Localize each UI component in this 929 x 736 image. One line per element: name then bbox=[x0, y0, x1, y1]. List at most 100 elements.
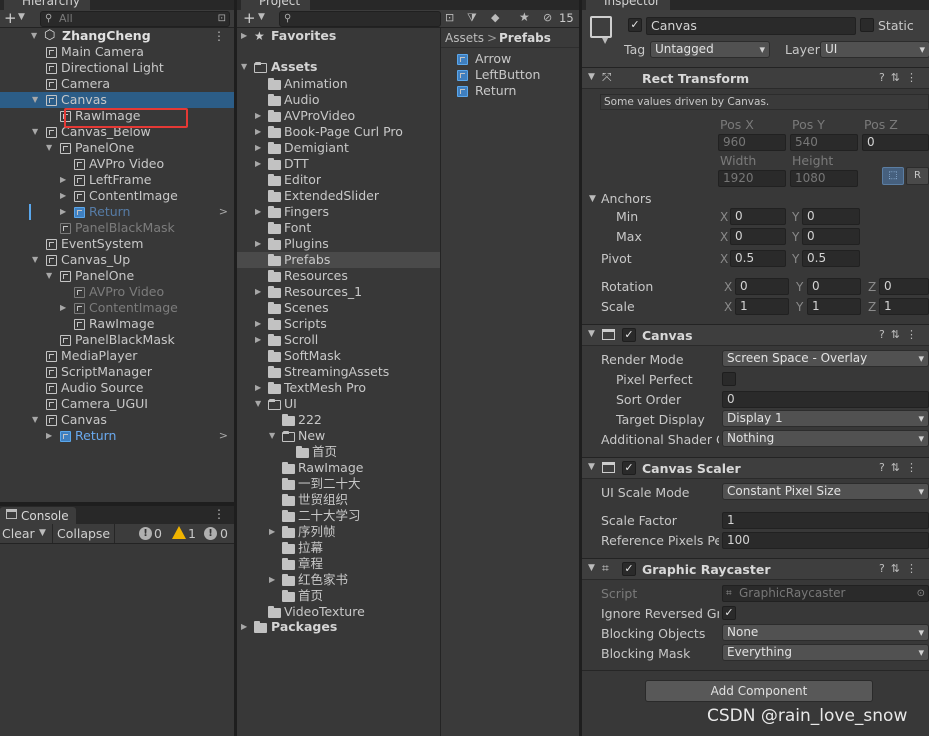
add-icon[interactable]: + bbox=[243, 9, 256, 27]
folder-item[interactable]: ExtendedSlider bbox=[237, 188, 440, 204]
folder-item[interactable]: Animation bbox=[237, 76, 440, 92]
expand-arrow-icon[interactable]: ▼ bbox=[32, 412, 38, 428]
tab-hierarchy[interactable]: Hierarchy bbox=[4, 0, 91, 10]
more-icon[interactable]: ⋮ bbox=[213, 507, 225, 521]
label-icon[interactable]: ◆ bbox=[491, 11, 499, 24]
folder-item[interactable]: ▶ Scroll bbox=[237, 332, 440, 348]
hierarchy-item[interactable]: ▼ Canvas_Up bbox=[0, 252, 234, 268]
collapsed-arrow-icon[interactable]: ▶ bbox=[269, 572, 275, 588]
graphic-raycaster-header[interactable]: ▼ ⌗ ✓ Graphic Raycaster ?⇅⋮ bbox=[582, 558, 929, 580]
hierarchy-item[interactable]: ▼ PanelOne bbox=[0, 140, 234, 156]
folder-item[interactable]: ▶ Scripts bbox=[237, 316, 440, 332]
folder-item[interactable]: 首页 bbox=[237, 444, 440, 460]
breadcrumb-prefabs[interactable]: Prefabs bbox=[499, 31, 551, 45]
prefab-item[interactable]: Arrow bbox=[441, 51, 579, 67]
favorites-row[interactable]: ▶ ★ Favorites bbox=[237, 28, 440, 44]
warning-icon[interactable] bbox=[172, 526, 186, 539]
prefab-item[interactable]: LeftButton bbox=[441, 67, 579, 83]
hierarchy-item[interactable]: RawImage bbox=[0, 316, 234, 332]
object-name-field[interactable]: Canvas bbox=[646, 17, 856, 35]
collapsed-arrow-icon[interactable]: ▶ bbox=[255, 124, 261, 140]
folder-item[interactable]: SoftMask bbox=[237, 348, 440, 364]
folder-item[interactable]: ▶ Fingers bbox=[237, 204, 440, 220]
hierarchy-item[interactable]: EventSystem bbox=[0, 236, 234, 252]
blocking-mask-dropdown[interactable]: Everything bbox=[722, 644, 929, 661]
expand-arrow-icon[interactable]: ▼ bbox=[269, 428, 275, 444]
posz-field[interactable]: 0 bbox=[862, 134, 929, 151]
error-icon[interactable]: ! bbox=[139, 527, 152, 540]
canvas-scaler-header[interactable]: ▼ ✓ Canvas Scaler ?⇅⋮ bbox=[582, 457, 929, 479]
canvas-header[interactable]: ▼ ✓ Canvas ?⇅⋮ bbox=[582, 324, 929, 346]
hierarchy-item[interactable]: ▼ Canvas bbox=[0, 412, 234, 428]
hierarchy-item[interactable]: Camera_UGUI bbox=[0, 396, 234, 412]
rotation-y[interactable]: 0 bbox=[807, 278, 861, 295]
more-icon[interactable]: ⋮ bbox=[213, 28, 225, 44]
anchor-min-y[interactable]: 0 bbox=[802, 208, 860, 225]
collapsed-arrow-icon[interactable]: ▶ bbox=[255, 284, 261, 300]
hierarchy-item[interactable]: Main Camera bbox=[0, 44, 234, 60]
raycaster-enabled-checkbox[interactable]: ✓ bbox=[622, 562, 636, 576]
add-icon[interactable]: + bbox=[4, 9, 17, 27]
expand-arrow-icon[interactable]: ▼ bbox=[31, 28, 37, 44]
folder-item[interactable]: Font bbox=[237, 220, 440, 236]
hierarchy-item[interactable]: MediaPlayer bbox=[0, 348, 234, 364]
collapsed-arrow-icon[interactable]: ▶ bbox=[255, 108, 261, 124]
folder-item[interactable]: VideoTexture bbox=[237, 604, 440, 620]
scale-mode-dropdown[interactable]: Constant Pixel Size bbox=[722, 483, 929, 500]
folder-item[interactable]: Resources bbox=[237, 268, 440, 284]
chevron-down-icon[interactable]: ▼ bbox=[258, 12, 265, 22]
clear-button[interactable]: Clear bbox=[2, 526, 35, 541]
folder-item[interactable]: 首页 bbox=[237, 588, 440, 604]
collapsed-arrow-icon[interactable]: ▶ bbox=[60, 188, 66, 204]
active-checkbox[interactable]: ✓ bbox=[628, 18, 642, 32]
info-icon[interactable]: ! bbox=[204, 527, 217, 540]
hierarchy-item[interactable]: PanelBlackMask bbox=[0, 220, 234, 236]
blocking-objects-dropdown[interactable]: None bbox=[722, 624, 929, 641]
scale-factor-field[interactable]: 1 bbox=[722, 512, 929, 529]
search-options-icon[interactable]: ⊡ bbox=[218, 12, 226, 26]
add-component-button[interactable]: Add Component bbox=[645, 680, 873, 702]
collapsed-arrow-icon[interactable]: ▶ bbox=[255, 380, 261, 396]
collapsed-arrow-icon[interactable]: ▶ bbox=[60, 204, 66, 220]
chevron-right-icon[interactable]: > bbox=[219, 428, 228, 444]
scale-y[interactable]: 1 bbox=[807, 298, 861, 315]
tab-inspector[interactable]: Inspector bbox=[586, 0, 670, 10]
collapsed-arrow-icon[interactable]: ▶ bbox=[269, 524, 275, 540]
folder-item[interactable]: StreamingAssets bbox=[237, 364, 440, 380]
hierarchy-item[interactable]: ▶ Return > bbox=[0, 428, 234, 444]
collapse-button[interactable]: Collapse bbox=[52, 524, 116, 543]
chevron-down-icon[interactable]: ▼ bbox=[602, 36, 608, 45]
expand-arrow-icon[interactable]: ▼ bbox=[32, 252, 38, 268]
scale-z[interactable]: 1 bbox=[879, 298, 929, 315]
pivot-y[interactable]: 0.5 bbox=[802, 250, 860, 267]
hierarchy-item[interactable]: ▼ Canvas bbox=[0, 92, 234, 108]
folder-item[interactable]: Editor bbox=[237, 172, 440, 188]
folder-item[interactable]: 二十大学习 bbox=[237, 508, 440, 524]
target-display-dropdown[interactable]: Display 1 bbox=[722, 410, 929, 427]
sort-order-field[interactable]: 0 bbox=[722, 391, 929, 408]
expand-arrow-icon[interactable]: ▼ bbox=[255, 396, 261, 412]
static-checkbox[interactable] bbox=[860, 18, 874, 32]
folder-item[interactable]: ▶ 序列帧 bbox=[237, 524, 440, 540]
expand-arrow-icon[interactable]: ▼ bbox=[32, 92, 38, 108]
component-tools-icon[interactable]: ?⇅⋮ bbox=[879, 562, 923, 575]
folder-item[interactable]: ▼ New bbox=[237, 428, 440, 444]
collapsed-arrow-icon[interactable]: ▶ bbox=[241, 619, 247, 635]
hidden-icon[interactable]: ⊘ bbox=[543, 11, 552, 24]
rotation-z[interactable]: 0 bbox=[879, 278, 929, 295]
hierarchy-search-input[interactable]: ⚲ All ⊡ bbox=[40, 11, 230, 27]
breadcrumb-assets[interactable]: Assets bbox=[445, 31, 484, 45]
collapsed-arrow-icon[interactable]: ▶ bbox=[255, 332, 261, 348]
chevron-right-icon[interactable]: > bbox=[219, 204, 228, 220]
rotation-x[interactable]: 0 bbox=[735, 278, 789, 295]
hierarchy-item[interactable]: Directional Light bbox=[0, 60, 234, 76]
prefab-item[interactable]: Return bbox=[441, 83, 579, 99]
collapsed-arrow-icon[interactable]: ▶ bbox=[255, 204, 261, 220]
layer-dropdown[interactable]: UI bbox=[820, 41, 929, 58]
folder-item[interactable]: 章程 bbox=[237, 556, 440, 572]
folder-item[interactable]: ▶ DTT bbox=[237, 156, 440, 172]
anchor-max-x[interactable]: 0 bbox=[730, 228, 786, 245]
folder-item[interactable]: 一到二十大 bbox=[237, 476, 440, 492]
blueprint-mode-button[interactable]: ⬚ bbox=[882, 167, 904, 185]
hierarchy-item[interactable]: AVPro Video bbox=[0, 156, 234, 172]
